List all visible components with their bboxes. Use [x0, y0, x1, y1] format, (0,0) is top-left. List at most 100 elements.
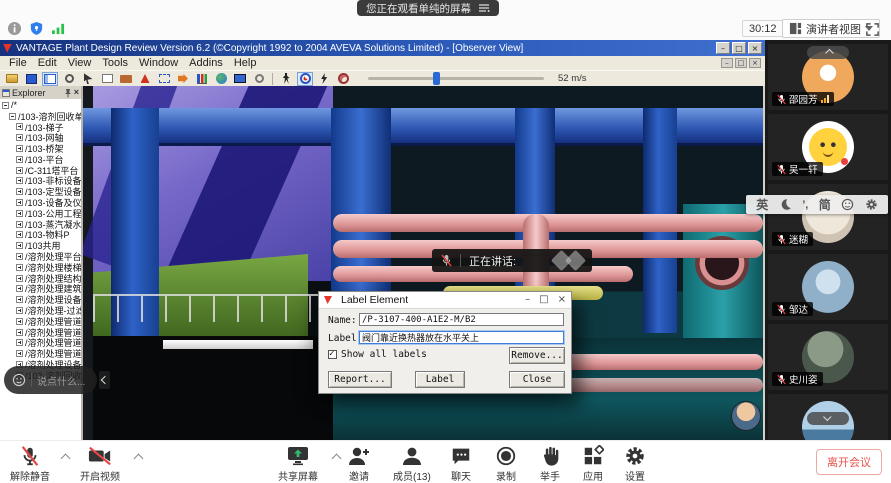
video-options-chevron[interactable]: [134, 454, 144, 464]
tree-item[interactable]: /溶剂处理管道-VT: [0, 327, 81, 338]
fullscreen-button[interactable]: [863, 20, 881, 38]
label-field[interactable]: [359, 331, 564, 344]
gear-icon[interactable]: [865, 198, 878, 211]
chat-collapse-button[interactable]: [99, 371, 110, 389]
emoji-icon[interactable]: [841, 198, 854, 211]
query-icon[interactable]: [251, 72, 267, 86]
ime-english-toggle[interactable]: 英: [756, 196, 768, 213]
members-button[interactable]: 成员(13): [393, 445, 431, 483]
raise-hand-button[interactable]: 举手: [540, 445, 560, 483]
label-element-dialog[interactable]: Label Element – □ × Name: Label: Show al…: [318, 291, 572, 394]
add-point-icon[interactable]: [137, 72, 153, 86]
mute-options-chevron[interactable]: [61, 454, 71, 464]
select-icon[interactable]: [80, 72, 96, 86]
participant-tile[interactable]: 史川姿: [768, 324, 888, 390]
move-arrows-icon[interactable]: [175, 72, 191, 86]
watching-banner[interactable]: 您正在观看单纯的屏幕: [357, 0, 499, 16]
collapse-icon[interactable]: [9, 113, 16, 120]
mdi-minimize-button[interactable]: –: [721, 58, 733, 68]
menu-addins[interactable]: Addins: [189, 57, 223, 69]
menu-window[interactable]: Window: [139, 57, 178, 69]
tree-item[interactable]: /溶剂处理管道-公: [0, 348, 81, 359]
expand-icon[interactable]: [16, 275, 23, 282]
open-icon[interactable]: [4, 72, 20, 86]
chat-quick-input[interactable]: 说点什么...: [4, 366, 97, 394]
tree-item[interactable]: /103-定型设备: [0, 186, 81, 197]
apps-button[interactable]: 应用: [582, 445, 604, 483]
tree-item[interactable]: /溶剂处理管道-蒸: [0, 338, 81, 349]
unmute-button[interactable]: 解除静音: [10, 445, 50, 483]
tree-item[interactable]: /C-311塔平台: [0, 165, 81, 176]
expand-icon[interactable]: [16, 177, 23, 184]
pin-icon[interactable]: [64, 88, 72, 98]
name-field[interactable]: [359, 313, 564, 326]
remove-button[interactable]: Remove...: [509, 347, 565, 364]
tree-root[interactable]: /*: [0, 100, 81, 111]
self-camera-avatar[interactable]: [731, 401, 761, 431]
monitor-icon[interactable]: [232, 72, 248, 86]
share-screen-button[interactable]: 共享屏幕: [278, 445, 318, 483]
snapshot-icon[interactable]: [118, 72, 134, 86]
participant-tile[interactable]: 吴一轩: [768, 114, 888, 180]
settings-button[interactable]: 设置: [624, 445, 646, 483]
speed-slider-thumb[interactable]: [433, 72, 440, 85]
expand-icon[interactable]: [16, 221, 23, 228]
expand-icon[interactable]: [16, 285, 23, 292]
record-button[interactable]: 录制: [495, 445, 517, 483]
app-minimize-button[interactable]: –: [716, 42, 730, 54]
menu-tools[interactable]: Tools: [102, 57, 128, 69]
info-icon[interactable]: [7, 21, 22, 36]
close-button[interactable]: Close: [509, 371, 565, 388]
tree-item[interactable]: /溶剂处理平台: [0, 251, 81, 262]
save-icon[interactable]: [23, 72, 39, 86]
expand-icon[interactable]: [16, 296, 23, 303]
menu-help[interactable]: Help: [234, 57, 257, 69]
tree-item[interactable]: /溶剂处理结构: [0, 273, 81, 284]
expand-icon[interactable]: [16, 329, 23, 336]
explorer-close-icon[interactable]: ×: [74, 88, 79, 97]
participant-tile[interactable]: 邵园芳: [768, 44, 888, 110]
tree-group[interactable]: /103-溶剂回收单元: [0, 111, 81, 122]
show-all-labels-checkbox[interactable]: Show all labels: [328, 349, 427, 360]
start-video-button[interactable]: 开启视频: [80, 445, 120, 483]
tree-item[interactable]: /103-物料P: [0, 230, 81, 241]
walk-mode-icon[interactable]: [278, 72, 294, 86]
label-button[interactable]: Label: [415, 371, 465, 388]
expand-icon[interactable]: [16, 199, 23, 206]
tree-item[interactable]: /103-蒸汽凝水: [0, 219, 81, 230]
dialog-minimize-button[interactable]: –: [525, 295, 530, 305]
expand-icon[interactable]: [16, 339, 23, 346]
expand-icon[interactable]: [16, 156, 23, 163]
participant-tile[interactable]: 迷糊: [768, 184, 888, 250]
menu-view[interactable]: View: [68, 57, 92, 69]
share-options-chevron[interactable]: [332, 454, 342, 464]
dialog-maximize-button[interactable]: □: [539, 295, 548, 305]
tree-item[interactable]: /103-非标设备: [0, 176, 81, 187]
expand-icon[interactable]: [16, 167, 23, 174]
dialog-close-icon[interactable]: ×: [558, 295, 566, 305]
expand-icon[interactable]: [16, 134, 23, 141]
expand-icon[interactable]: [16, 231, 23, 238]
report-button[interactable]: Report...: [328, 371, 392, 388]
collapse-icon[interactable]: [2, 102, 9, 109]
tree-item[interactable]: /溶剂处理设备: [0, 294, 81, 305]
ime-punctuation-toggle[interactable]: ’,: [802, 199, 808, 211]
emoji-icon[interactable]: [12, 373, 26, 387]
expand-icon[interactable]: [16, 253, 23, 260]
tree-item[interactable]: /溶剂处理楼梯: [0, 262, 81, 273]
tree-item[interactable]: /溶剂处理-过滤器: [0, 305, 81, 316]
speed-gauge-icon[interactable]: [335, 72, 351, 86]
ime-simplified-toggle[interactable]: 简: [819, 196, 831, 213]
tree-item[interactable]: /103共用: [0, 240, 81, 251]
tree-item[interactable]: /103-平台: [0, 154, 81, 165]
invite-button[interactable]: 邀请: [347, 445, 371, 483]
expand-icon[interactable]: [16, 188, 23, 195]
expand-icon[interactable]: [16, 307, 23, 314]
globe-icon[interactable]: [213, 72, 229, 86]
scroll-up-button[interactable]: [807, 46, 849, 59]
expand-icon[interactable]: [16, 145, 23, 152]
clip-box-icon[interactable]: [99, 72, 115, 86]
shield-icon[interactable]: [29, 21, 44, 36]
zoom-icon[interactable]: [61, 72, 77, 86]
speed-slider[interactable]: [368, 77, 544, 80]
